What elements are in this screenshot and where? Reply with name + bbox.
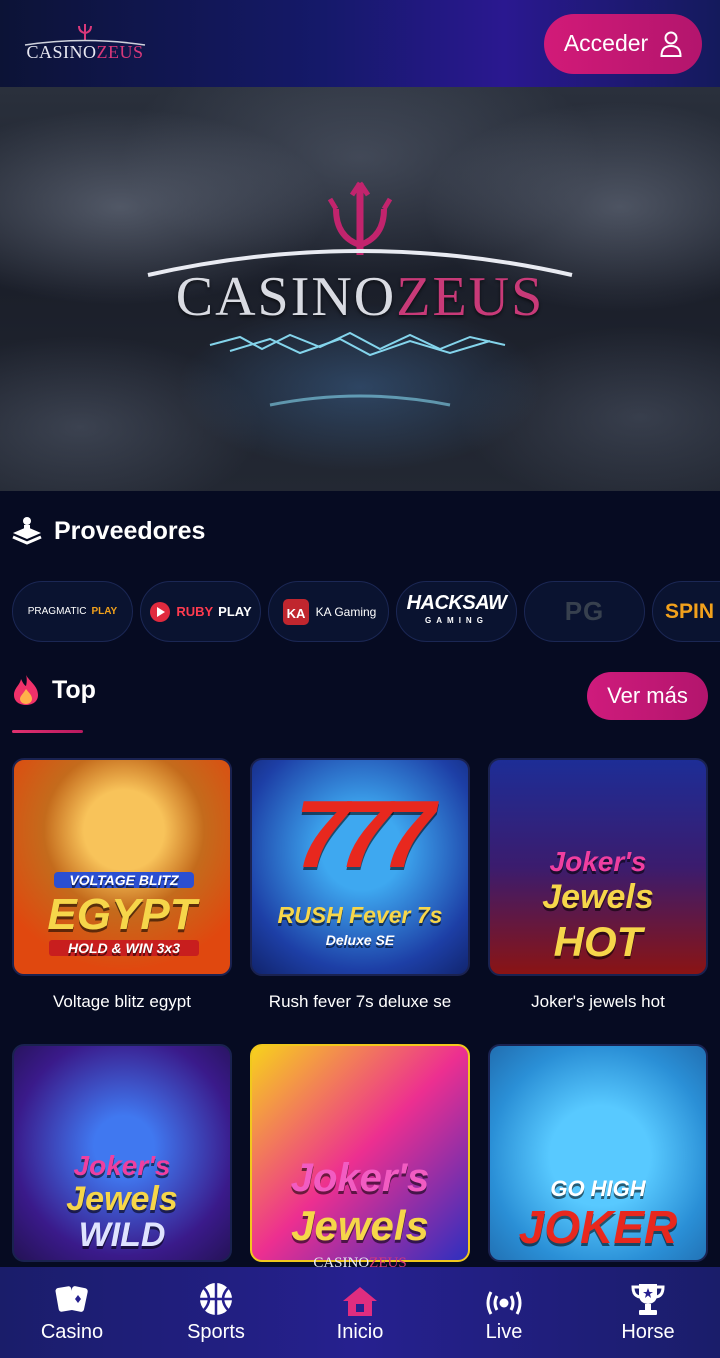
provider-ka-gaming[interactable]: KA KA Gaming [268, 581, 389, 642]
game-title[interactable]: Rush fever 7s deluxe se [250, 992, 470, 1012]
game-art-top-text: Joker's [549, 846, 647, 877]
view-more-button[interactable]: Ver más [587, 672, 708, 720]
game-card-voltage-blitz-egypt[interactable]: VOLTAGE BLITZ EGYPT HOLD & WIN 3x3 Volta… [12, 758, 232, 1012]
provider-ka-name: KA Gaming [315, 604, 377, 619]
fire-icon [14, 675, 38, 705]
provider-ruby-play[interactable]: RUBY PLAY [140, 581, 261, 642]
hero-title-zeus: ZEUS [396, 266, 545, 328]
nav-label-inicio: Inicio [336, 1321, 384, 1343]
nav-logo: CASINOZEUS [300, 1255, 420, 1272]
play-icon [150, 601, 171, 622]
game-card-jokers-jewels-wild[interactable]: Joker's Jewels WILD [12, 1044, 232, 1278]
provider-pg-name: PG [564, 596, 605, 626]
hero-title-casino: CASINO [175, 266, 397, 328]
user-icon [660, 31, 682, 57]
game-art-top-text: Joker's [290, 1156, 430, 1200]
game-thumbnail[interactable]: GO HIGH JOKER [488, 1044, 708, 1262]
provider-hacksaw-suffix: GAMING [425, 615, 488, 625]
game-thumbnail[interactable]: 777 RUSH Fever 7s Deluxe SE [250, 758, 470, 976]
providers-heading: Proveedores [12, 516, 205, 546]
logo-text-zeus: ZEUS [96, 42, 144, 62]
providers-icon [12, 517, 42, 545]
nav-item-sports[interactable]: Sports [156, 1279, 276, 1344]
provider-hacksaw-logo: HACKSAW GAMING [406, 591, 507, 630]
game-art-main-text: Jewels [66, 1180, 178, 1218]
hero-title: CASINOZEUS [0, 265, 720, 329]
game-art-sub-text: WILD [78, 1216, 166, 1254]
game-art-sub-text: Deluxe SE [325, 932, 395, 948]
trophy-icon [631, 1284, 665, 1315]
game-thumbnail[interactable]: Joker's Jewels HOT [488, 758, 708, 976]
top-header: CASINOZEUS Acceder [0, 0, 720, 87]
top-underline [12, 730, 83, 733]
game-art-top-text: GO HIGH [550, 1176, 646, 1201]
nav-label-live: Live [485, 1321, 523, 1343]
game-art-sub-text: HOT [553, 918, 643, 965]
logo-text: CASINOZEUS [26, 42, 143, 63]
nav-label-casino: Casino [40, 1321, 104, 1343]
basketball-icon [200, 1283, 232, 1315]
provider-pragmatic-name: PRAGMATIC [27, 606, 87, 617]
game-card-go-high-joker[interactable]: GO HIGH JOKER [488, 1044, 708, 1278]
provider-hacksaw-name: HACKSAW [406, 591, 507, 614]
hero-banner[interactable]: CASINOZEUS [0, 87, 720, 491]
cards-icon [55, 1286, 88, 1312]
providers-title: Proveedores [54, 516, 206, 545]
game-thumbnail[interactable]: Joker's Jewels WILD [12, 1044, 232, 1262]
nav-label-sports: Sports [187, 1321, 245, 1343]
provider-pragmatic-play[interactable]: PRAGMATIC PLAY [12, 581, 133, 642]
nav-item-inicio[interactable]: Inicio [300, 1279, 420, 1344]
provider-pg-soft[interactable]: PG [524, 581, 645, 642]
nav-item-horse[interactable]: Horse [588, 1279, 708, 1344]
lightning-effect [209, 331, 506, 407]
broadcast-icon [486, 1291, 522, 1315]
game-art-main-text: EGYPT [47, 890, 197, 939]
hero-trident-icon [327, 181, 393, 255]
game-card-rush-fever-7s[interactable]: 777 RUSH Fever 7s Deluxe SE Rush fever 7… [250, 758, 470, 1012]
provider-hacksaw-gaming[interactable]: HACKSAW GAMING [396, 581, 517, 642]
home-icon [343, 1287, 377, 1316]
dice-icon: KA [282, 598, 309, 625]
game-title[interactable]: Joker's jewels hot [488, 992, 708, 1012]
provider-pragmatic-suffix: PLAY [91, 606, 118, 617]
top-title: Top [52, 675, 96, 704]
game-card-jokers-jewels-hot[interactable]: Joker's Jewels HOT Joker's jewels hot [488, 758, 708, 1012]
provider-spin[interactable]: SPIN [652, 581, 720, 642]
login-button[interactable]: Acceder [544, 13, 702, 74]
game-art-main-text: Jewels [542, 878, 654, 916]
game-art-main-text: Jewels [291, 1202, 429, 1249]
providers-carousel[interactable]: PRAGMATIC PLAY RUBY PLAY KA KA Gaming HA… [12, 581, 720, 643]
provider-spin-name: SPIN [665, 599, 715, 623]
logo-text-casino: CASINO [26, 42, 97, 62]
game-title[interactable]: Voltage blitz egypt [12, 992, 232, 1012]
game-thumbnail[interactable]: VOLTAGE BLITZ EGYPT HOLD & WIN 3x3 [12, 758, 232, 976]
game-card-jokers-jewels[interactable]: Joker's Jewels [250, 1044, 470, 1278]
game-art-top-text: Joker's [73, 1150, 171, 1181]
nav-item-live[interactable]: Live [444, 1279, 564, 1344]
nav-item-casino[interactable]: Casino [12, 1279, 132, 1344]
provider-ruby-name: RUBY [176, 604, 214, 619]
top-heading: Top [12, 674, 96, 706]
nav-label-horse: Horse [621, 1321, 675, 1343]
game-art-main-text: JOKER [518, 1201, 678, 1253]
game-art-main-text: RUSH Fever 7s [277, 902, 443, 928]
casino-zeus-logo[interactable]: CASINOZEUS [20, 24, 150, 63]
game-thumbnail[interactable]: Joker's Jewels [250, 1044, 470, 1262]
game-art-top-text: 777 [294, 781, 435, 888]
nav-logo-casino: CASINO [313, 1255, 370, 1271]
bottom-navigation: Casino Sports Inicio Live Horse [0, 1267, 720, 1358]
login-button-label: Acceder [563, 30, 649, 56]
nav-logo-zeus: ZEUS [369, 1255, 407, 1271]
view-more-label: Ver más [607, 683, 688, 708]
provider-ruby-suffix: PLAY [218, 604, 252, 619]
game-art-top-text: VOLTAGE BLITZ [54, 872, 194, 888]
svg-text:KA: KA [286, 606, 305, 621]
game-art-sub-text: HOLD & WIN 3x3 [49, 940, 199, 956]
